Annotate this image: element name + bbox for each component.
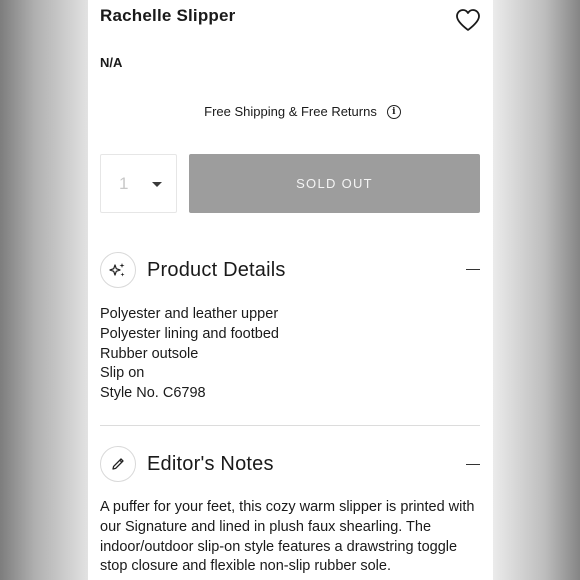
product-details-list: Polyester and leather upper Polyester li… — [100, 305, 279, 404]
list-item: Polyester and leather upper — [100, 306, 279, 322]
background-left — [0, 0, 88, 580]
product-details-heading: Product Details — [147, 259, 286, 281]
quantity-select[interactable]: 1 — [100, 154, 177, 213]
info-icon[interactable]: i — [386, 104, 401, 119]
chevron-down-icon — [152, 182, 162, 187]
heart-icon[interactable] — [455, 8, 481, 32]
list-item: Polyester lining and footbed — [100, 325, 279, 342]
product-details-collapse-icon[interactable] — [466, 269, 480, 271]
divider — [100, 425, 480, 426]
list-item: Rubber outsole — [100, 345, 199, 362]
product-panel: Rachelle Slipper N/A Free Shipping & Fre… — [88, 0, 493, 580]
sold-out-button: SOLD OUT — [189, 154, 480, 213]
list-item: Style No. C6798 — [100, 385, 206, 402]
sparkle-icon — [100, 252, 136, 288]
shipping-text: Free Shipping & Free Returns — [204, 104, 377, 119]
product-title: Rachelle Slipper — [100, 6, 236, 25]
background-right — [492, 0, 580, 580]
product-price: N/A — [100, 55, 123, 70]
editors-notes-collapse-icon[interactable] — [466, 464, 480, 466]
quantity-value: 1 — [119, 173, 129, 193]
shipping-info: Free Shipping & Free Returns i — [88, 104, 493, 119]
editors-notes-body: A puffer for your feet, this cozy warm s… — [100, 499, 475, 575]
pencil-icon — [100, 446, 136, 482]
list-item: Slip on — [100, 365, 145, 382]
editors-notes-heading: Editor's Notes — [147, 453, 274, 475]
